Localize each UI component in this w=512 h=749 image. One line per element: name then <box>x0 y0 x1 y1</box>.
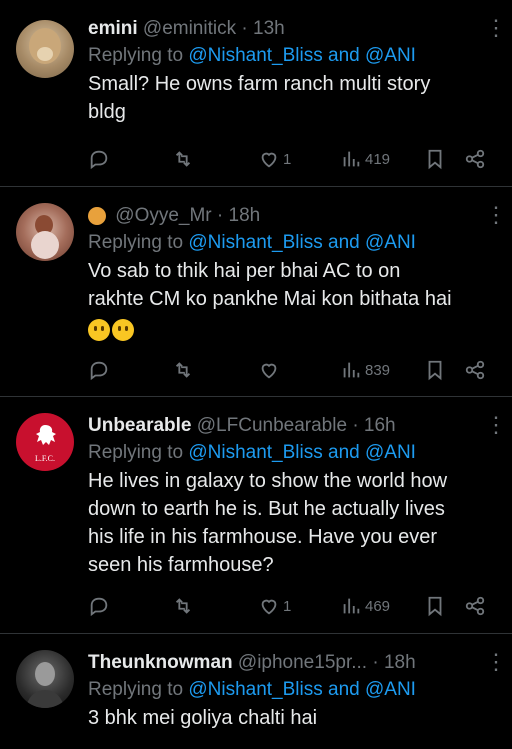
more-options-icon[interactable]: ⋮ <box>485 651 507 673</box>
action-bar: 1 469 <box>88 595 496 619</box>
views-button[interactable]: 469 <box>340 595 390 617</box>
bookmark-button[interactable] <box>424 359 446 381</box>
replying-to-link[interactable]: @Nishant_Bliss and @ANI <box>188 679 416 700</box>
reply-icon <box>90 597 108 617</box>
tweet-text: He lives in galaxy to show the world how… <box>88 470 448 576</box>
heart-icon <box>261 152 277 168</box>
views-button[interactable]: 419 <box>340 148 390 170</box>
tweet[interactable]: emini @eminitick · 13h Replying to @Nish… <box>0 0 512 187</box>
bookmark-icon <box>428 149 442 170</box>
like-button[interactable]: 1 <box>258 148 291 170</box>
tweet-header: emini @eminitick · 13h <box>88 16 496 42</box>
bookmark-icon <box>428 596 442 617</box>
share-icon <box>465 149 485 169</box>
share-button[interactable] <box>464 148 486 170</box>
retweet-button[interactable] <box>172 359 194 381</box>
heart-icon <box>261 363 277 379</box>
tweet[interactable]: Theunknowman @iphone15pr... · 18h Replyi… <box>0 634 512 749</box>
retweet-icon <box>175 151 191 167</box>
tweet-header: Theunknowman @iphone15pr... · 18h <box>88 650 496 676</box>
like-count: 1 <box>283 597 292 615</box>
display-name[interactable]: Unbearable <box>88 415 191 436</box>
reply-button[interactable] <box>88 595 110 617</box>
tweet-header: Unbearable @LFCunbearable · 16h <box>88 413 496 439</box>
retweet-icon <box>175 362 191 378</box>
views-icon <box>343 598 360 614</box>
heart-icon <box>261 599 277 615</box>
action-bar: 1 419 <box>88 148 496 172</box>
reply-icon <box>90 361 108 381</box>
display-name[interactable]: Theunknowman <box>88 652 233 673</box>
share-icon <box>465 360 485 380</box>
timestamp[interactable]: · 13h <box>241 18 284 39</box>
handle[interactable]: @iphone15pr... <box>238 652 367 673</box>
timestamp[interactable]: · 18h <box>372 652 415 673</box>
view-count: 469 <box>365 597 391 615</box>
retweet-button[interactable] <box>172 595 194 617</box>
view-count: 839 <box>365 361 391 379</box>
views-icon <box>343 151 360 167</box>
reply-button[interactable] <box>88 359 110 381</box>
timestamp[interactable]: · 16h <box>352 415 395 436</box>
like-button[interactable] <box>258 359 283 381</box>
avatar[interactable] <box>16 20 74 78</box>
tweet[interactable]: L.F.C. Unbearable @LFCunbearable · 16h R… <box>0 397 512 634</box>
share-button[interactable] <box>464 359 486 381</box>
tweet-text: Vo sab to thik hai per bhai AC to on rak… <box>88 257 496 343</box>
bookmark-button[interactable] <box>424 595 446 617</box>
replying-to: Replying to @Nishant_Bliss and @ANI <box>88 442 416 463</box>
avatar[interactable]: L.F.C. <box>16 413 74 471</box>
rofl-emoji-icon <box>112 318 134 341</box>
views-button[interactable]: 839 <box>340 359 390 381</box>
avatar[interactable] <box>16 203 74 261</box>
tweet-header: @Oyye_Mr · 18h <box>88 203 496 229</box>
display-name[interactable]: emini <box>88 18 138 39</box>
retweet-button[interactable] <box>172 148 194 170</box>
replying-to-link[interactable]: @Nishant_Bliss and @ANI <box>188 45 416 66</box>
handle[interactable]: @Oyye_Mr <box>115 205 211 226</box>
replying-to: Replying to @Nishant_Bliss and @ANI <box>88 45 416 66</box>
more-options-icon[interactable]: ⋮ <box>485 17 507 39</box>
tweet-text: Small? He owns farm ranch multi story bl… <box>88 73 431 123</box>
emoji-row <box>88 315 496 343</box>
timestamp[interactable]: · 18h <box>217 205 260 226</box>
bookmark-icon <box>428 360 442 381</box>
crying-face-emoji-icon <box>88 318 110 341</box>
lion-emoji-icon <box>88 206 106 225</box>
reply-button[interactable] <box>88 148 110 170</box>
more-options-icon[interactable]: ⋮ <box>485 414 507 436</box>
retweet-icon <box>175 598 191 614</box>
tweet[interactable]: @Oyye_Mr · 18h Replying to @Nishant_Blis… <box>0 187 512 397</box>
views-icon <box>343 362 360 378</box>
more-options-icon[interactable]: ⋮ <box>485 204 507 226</box>
like-button[interactable]: 1 <box>258 595 291 617</box>
handle[interactable]: @LFCunbearable <box>197 415 347 436</box>
tweet-text: 3 bhk mei goliya chalti hai <box>88 707 318 729</box>
like-count: 1 <box>283 150 292 168</box>
replying-to-link[interactable]: @Nishant_Bliss and @ANI <box>188 232 416 253</box>
replying-to: Replying to @Nishant_Bliss and @ANI <box>88 232 416 253</box>
bookmark-button[interactable] <box>424 148 446 170</box>
view-count: 419 <box>365 150 391 168</box>
replying-to-link[interactable]: @Nishant_Bliss and @ANI <box>188 442 416 463</box>
share-button[interactable] <box>464 595 486 617</box>
share-icon <box>465 596 485 616</box>
reply-icon <box>90 150 108 170</box>
avatar-lfc-text: L.F.C. <box>35 454 55 463</box>
replying-to: Replying to @Nishant_Bliss and @ANI <box>88 679 416 700</box>
action-bar: 839 <box>88 359 496 383</box>
avatar[interactable] <box>16 650 74 708</box>
handle[interactable]: @eminitick <box>143 18 236 39</box>
